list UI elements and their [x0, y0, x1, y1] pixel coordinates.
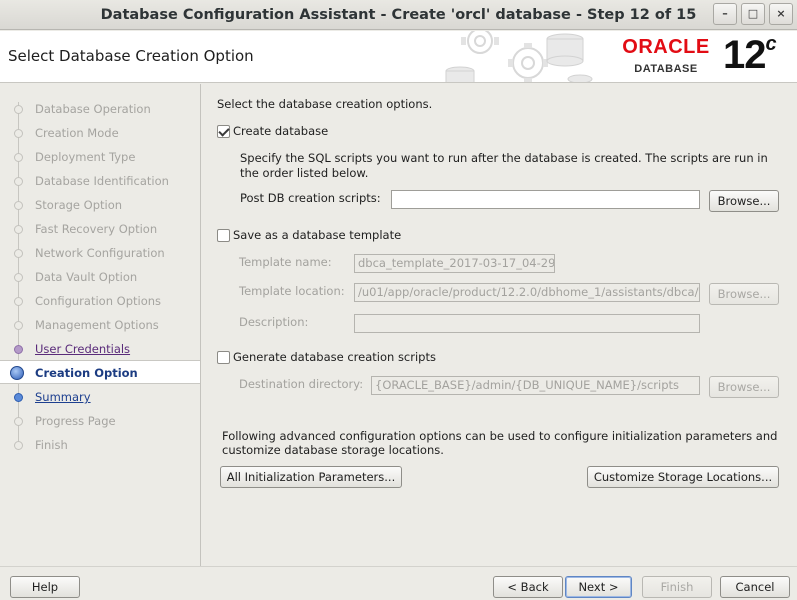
step-label: Data Vault Option — [35, 270, 138, 284]
step-label: Fast Recovery Option — [35, 222, 158, 236]
advanced-options-text-line1: Following advanced configuration options… — [222, 429, 778, 443]
template-location-input[interactable]: /u01/app/oracle/product/12.2.0/dbhome_1/… — [354, 283, 700, 302]
step-dot-icon — [14, 153, 23, 162]
step-management-options: Management Options — [0, 313, 200, 337]
help-button[interactable]: Help — [10, 576, 80, 598]
step-storage-option: Storage Option — [0, 193, 200, 217]
cancel-button[interactable]: Cancel — [720, 576, 790, 598]
step-data-vault-option: Data Vault Option — [0, 265, 200, 289]
window-title: Database Configuration Assistant - Creat… — [100, 7, 697, 23]
template-description-input[interactable] — [354, 314, 700, 333]
step-dot-icon — [14, 417, 23, 426]
template-location-label: Template location: — [239, 284, 345, 298]
step-database-operation: Database Operation — [0, 97, 200, 121]
maximize-button[interactable]: □ — [741, 3, 765, 25]
window-titlebar: Database Configuration Assistant - Creat… — [0, 0, 797, 30]
next-button[interactable]: Next > — [565, 576, 632, 598]
step-deployment-type: Deployment Type — [0, 145, 200, 169]
customize-storage-locations-button[interactable]: Customize Storage Locations... — [587, 466, 779, 488]
step-dot-icon — [14, 273, 23, 282]
step-label: Summary — [35, 390, 91, 404]
step-user-credentials[interactable]: User Credentials — [0, 337, 200, 361]
step-dot-icon — [14, 441, 23, 450]
step-label: Management Options — [35, 318, 159, 332]
template-name-input[interactable]: dbca_template_2017-03-17_04-29- — [354, 254, 555, 273]
step-dot-icon — [14, 393, 23, 402]
step-fast-recovery-option: Fast Recovery Option — [0, 217, 200, 241]
advanced-options-text-line2: customize database storage locations. — [222, 443, 444, 457]
oracle-logo: ORACLE DATABASE — [614, 37, 718, 75]
step-label: Progress Page — [35, 414, 116, 428]
step-summary[interactable]: Summary — [0, 385, 200, 409]
step-dot-icon — [14, 105, 23, 114]
step-dot-icon — [14, 249, 23, 258]
step-label: Configuration Options — [35, 294, 162, 308]
post-scripts-description-line1: Specify the SQL scripts you want to run … — [240, 151, 768, 165]
step-dot-icon — [14, 297, 23, 306]
intro-text: Select the database creation options. — [217, 97, 433, 111]
step-progress-page: Progress Page — [0, 409, 200, 433]
wizard-header: Select Database Creation Option ORACLE D… — [0, 31, 797, 83]
step-label: Database Identification — [35, 174, 169, 188]
step-label: Creation Mode — [35, 126, 119, 140]
wizard-footer: Help < Back Next > Finish Cancel — [0, 566, 797, 600]
destination-directory-input[interactable]: {ORACLE_BASE}/admin/{DB_UNIQUE_NAME}/scr… — [371, 376, 700, 395]
version-number: 12 — [723, 33, 766, 77]
step-creation-mode: Creation Mode — [0, 121, 200, 145]
version-suffix: c — [765, 32, 777, 55]
gears-database-illustration-icon — [445, 31, 593, 82]
template-description-label: Description: — [239, 315, 309, 329]
generate-scripts-label[interactable]: Generate database creation scripts — [233, 350, 436, 364]
step-network-configuration: Network Configuration — [0, 241, 200, 265]
step-dot-icon — [14, 201, 23, 210]
save-template-label[interactable]: Save as a database template — [233, 228, 401, 242]
step-label: Finish — [35, 438, 68, 452]
step-label: Storage Option — [35, 198, 123, 212]
destination-directory-browse-button[interactable]: Browse... — [709, 376, 779, 398]
creation-options-panel: Select the database creation options. Cr… — [202, 84, 797, 566]
step-creation-option: Creation Option — [0, 360, 200, 384]
step-label: Database Operation — [35, 102, 151, 116]
step-dot-icon — [14, 321, 23, 330]
oracle-wordmark: ORACLE — [622, 36, 710, 58]
step-label: Deployment Type — [35, 150, 136, 164]
minimize-button[interactable]: – — [713, 3, 737, 25]
step-dot-icon — [14, 177, 23, 186]
back-button[interactable]: < Back — [493, 576, 563, 598]
post-scripts-label: Post DB creation scripts: — [240, 191, 381, 205]
step-configuration-options: Configuration Options — [0, 289, 200, 313]
post-scripts-browse-button[interactable]: Browse... — [709, 190, 779, 212]
step-label: User Credentials — [35, 342, 131, 356]
create-database-label[interactable]: Create database — [233, 124, 328, 138]
page-title: Select Database Creation Option — [8, 47, 254, 65]
step-dot-icon — [14, 225, 23, 234]
close-button[interactable]: × — [769, 3, 793, 25]
create-database-checkbox[interactable] — [217, 125, 230, 138]
post-scripts-description-line2: the order listed below. — [240, 166, 369, 180]
step-label: Network Configuration — [35, 246, 165, 260]
version-badge: 12c — [723, 32, 777, 78]
destination-directory-label: Destination directory: — [239, 377, 364, 391]
save-template-checkbox[interactable] — [217, 229, 230, 242]
current-step-indicator-icon — [10, 366, 24, 380]
step-database-identification: Database Identification — [0, 169, 200, 193]
oracle-database-label: DATABASE — [634, 63, 698, 75]
template-location-browse-button[interactable]: Browse... — [709, 283, 779, 305]
finish-button[interactable]: Finish — [642, 576, 712, 598]
generate-scripts-checkbox[interactable] — [217, 351, 230, 364]
all-initialization-parameters-button[interactable]: All Initialization Parameters... — [220, 466, 402, 488]
step-finish: Finish — [0, 433, 200, 457]
wizard-steps-sidebar: Database Operation Creation Mode Deploym… — [0, 84, 201, 566]
post-scripts-input[interactable] — [391, 190, 700, 209]
step-dot-icon — [14, 345, 23, 354]
step-dot-icon — [14, 129, 23, 138]
step-label: Creation Option — [35, 366, 138, 380]
template-name-label: Template name: — [239, 255, 332, 269]
